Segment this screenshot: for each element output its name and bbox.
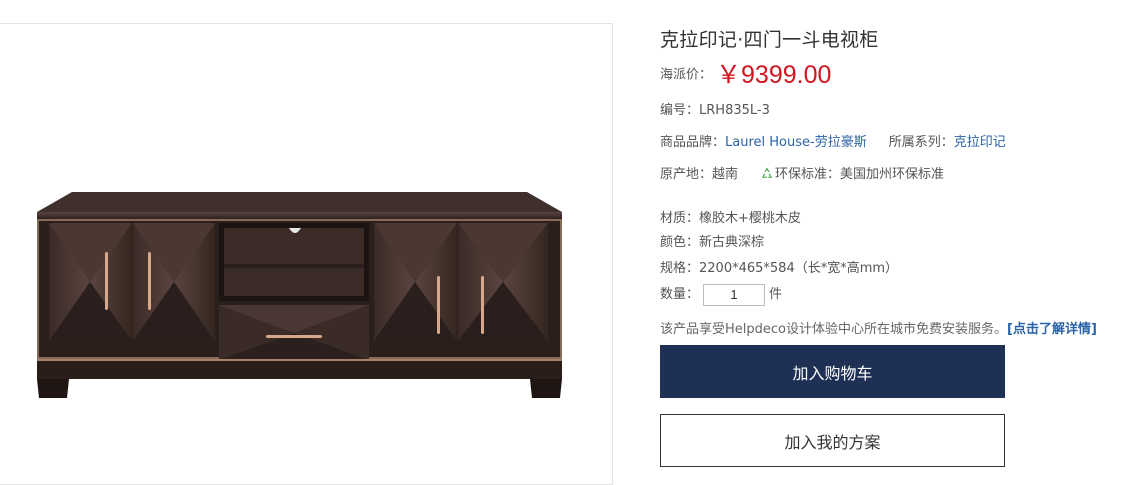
sku-label: 编号： [660,103,700,118]
series-link[interactable]: 克拉印记 [954,135,1006,150]
price-row: 海派价： ￥9399.00 [660,55,831,91]
quantity-label: 数量： [660,287,700,302]
origin-label: 原产地： [660,167,713,182]
quantity-row: 数量： 1 件 [660,283,782,306]
brand-link[interactable]: Laurel House-劳拉豪斯 [725,135,867,150]
origin-eco-row: 原产地：越南 环保标准：美国加州环保标准 [660,163,944,182]
spec-label: 规格： [660,261,700,276]
add-to-cart-button[interactable]: 加入购物车 [660,345,1005,398]
product-title: 克拉印记·四门一斗电视柜 [660,29,879,51]
material-label: 材质： [660,211,700,226]
material-row: 材质：橡胶木+樱桃木皮 [660,207,801,226]
color-label: 颜色： [660,235,700,250]
material-value: 橡胶木+樱桃木皮 [699,211,801,226]
add-to-plan-button[interactable]: 加入我的方案 [660,414,1005,467]
brand-label: 商品品牌： [660,135,726,150]
eco-value: 美国加州环保标准 [840,167,945,182]
quantity-unit: 件 [769,287,783,302]
sku-value: LRH835L-3 [699,103,770,118]
color-row: 颜色：新古典深棕 [660,231,764,250]
brand-series-row: 商品品牌：Laurel House-劳拉豪斯 所属系列：克拉印记 [660,131,1006,150]
origin-value: 越南 [712,167,739,182]
service-text: 该产品享受Helpdeco设计体验中心所在城市免费安装服务。 [660,322,1007,337]
spec-value: 2200*465*584（长*宽*高mm） [699,261,899,276]
service-notice: 该产品享受Helpdeco设计体验中心所在城市免费安装服务。[点击了解详情] [660,318,1097,337]
price-value: ￥9399.00 [716,61,832,89]
series-label: 所属系列： [888,135,954,150]
quantity-input[interactable]: 1 [703,283,766,306]
price-label: 海派价： [660,67,713,83]
product-image-viewer[interactable] [0,23,613,485]
sku-row: 编号：LRH835L-3 [660,99,770,118]
spec-row: 规格：2200*465*584（长*宽*高mm） [660,257,898,276]
eco-label: 环保标准： [775,167,841,182]
recycle-icon [762,167,773,178]
service-details-link[interactable]: [点击了解详情] [1007,322,1097,337]
color-value: 新古典深棕 [699,235,765,250]
tv-cabinet-image [37,192,562,398]
